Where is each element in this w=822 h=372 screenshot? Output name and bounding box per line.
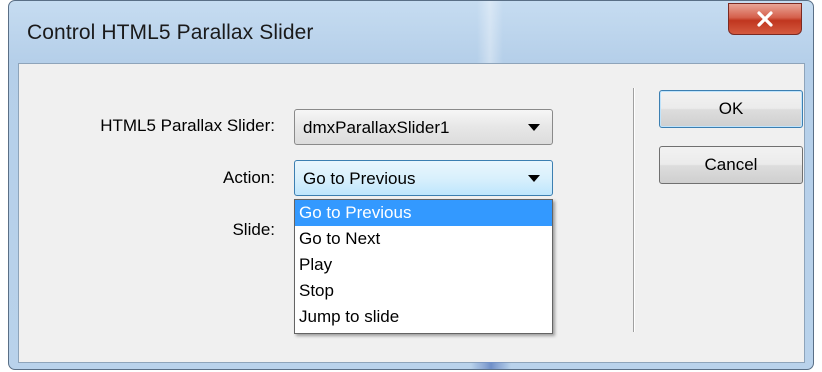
dropdown-option[interactable]: Play	[295, 252, 552, 278]
frame-accent	[471, 362, 511, 369]
dropdown-option[interactable]: Go to Previous	[295, 200, 552, 226]
dialog-window: Control HTML5 Parallax Slider HTML5 Para…	[8, 0, 814, 370]
dropdown-option[interactable]: Go to Next	[295, 226, 552, 252]
slider-select[interactable]: dmxParallaxSlider1	[294, 109, 553, 145]
dropdown-option[interactable]: Jump to slide	[295, 304, 552, 330]
dialog-body: HTML5 Parallax Slider: dmxParallaxSlider…	[18, 63, 805, 363]
action-label: Action:	[223, 168, 275, 187]
action-dropdown-list: Go to Previous Go to Next Play Stop Jump…	[294, 199, 553, 334]
vertical-divider	[633, 88, 635, 332]
window-title: Control HTML5 Parallax Slider	[27, 21, 314, 44]
dropdown-option[interactable]: Stop	[295, 278, 552, 304]
chevron-down-icon	[528, 175, 540, 182]
slide-label: Slide:	[232, 220, 275, 239]
action-select[interactable]: Go to Previous	[294, 160, 553, 196]
action-select-value: Go to Previous	[303, 169, 416, 188]
chevron-down-icon	[528, 124, 540, 131]
cancel-button[interactable]: Cancel	[659, 146, 803, 184]
slider-select-value: dmxParallaxSlider1	[303, 118, 450, 137]
slider-label: HTML5 Parallax Slider:	[100, 116, 275, 135]
close-icon	[756, 11, 774, 27]
close-button[interactable]	[728, 3, 802, 35]
ok-button[interactable]: OK	[659, 90, 803, 128]
